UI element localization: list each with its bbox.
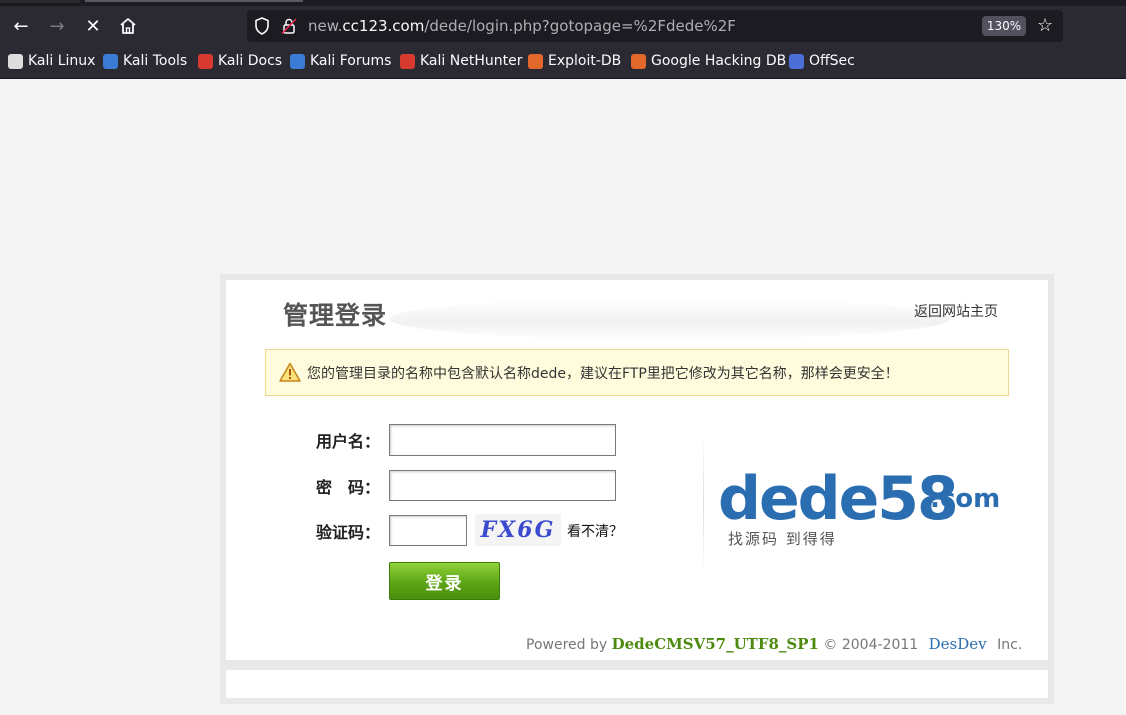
address-bar[interactable]: new.cc123.com/dede/login.php?gotopage=%2…	[247, 10, 1063, 42]
footer-powered: Powered by	[526, 637, 608, 653]
bookmark-item[interactable]: Kali Docs	[198, 53, 282, 69]
back-arrow-icon[interactable]: ←	[7, 12, 35, 40]
dede58-logo: dede58 .com 找源码 到得得	[718, 464, 1008, 554]
footer-dev-link[interactable]: DesDev	[929, 635, 987, 653]
offsec-icon	[789, 53, 804, 69]
password-label: 密 码：	[315, 478, 380, 497]
footer-inc: Inc.	[997, 637, 1023, 653]
panel-divider	[703, 434, 704, 574]
logo-slogan: 找源码 到得得	[728, 530, 837, 548]
warning-notice: 您的管理目录的名称中包含默认名称dede，建议在FTP里把它修改为其它名称，那样…	[265, 349, 1009, 396]
refresh-captcha-link[interactable]: 看不清？	[567, 521, 623, 541]
browser-toolbar: ← → ✕ new.cc123.com/dede/login.php?gotop…	[0, 6, 1126, 46]
login-button[interactable]: 登录	[389, 562, 500, 600]
footer-brand-link[interactable]: DedeCMSV57_UTF8_SP1	[612, 635, 819, 653]
bookmark-item[interactable]: Google Hacking DB	[631, 53, 786, 69]
bookmarks-toolbar: Kali Linux Kali Tools Kali Docs Kali Forums…	[0, 46, 1126, 79]
home-icon[interactable]	[114, 12, 142, 40]
bookmark-item[interactable]: Kali Tools	[103, 53, 187, 69]
bookmark-label: Kali Linux	[28, 53, 96, 69]
footer: Powered by DedeCMSV57_UTF8_SP1 © 2004-20…	[526, 635, 1022, 653]
captcha-image[interactable]: FX6G	[475, 514, 561, 546]
bookmark-label: Kali Docs	[218, 53, 283, 69]
bookmark-item[interactable]: OffSec	[789, 53, 855, 69]
captcha-label: 验证码：	[315, 523, 380, 542]
bookmark-item[interactable]: Kali Linux	[8, 53, 95, 69]
captcha-code: FX6G	[480, 517, 556, 543]
username-label: 用户名：	[315, 432, 380, 451]
tab-active[interactable]	[85, 0, 303, 2]
stop-loading-icon[interactable]: ✕	[79, 12, 107, 40]
ghdb-icon	[631, 53, 646, 69]
warning-message: 您的管理目录的名称中包含默认名称dede，建议在FTP里把它修改为其它名称，那样…	[307, 366, 899, 382]
url-host: cc123.com	[342, 17, 425, 35]
kali-docs-icon	[198, 53, 213, 69]
logo-main-text: dede58	[718, 464, 959, 534]
login-panel-bottom	[226, 670, 1048, 698]
bookmark-star-icon[interactable]: ☆	[1037, 15, 1053, 36]
bookmark-label: Kali Tools	[123, 53, 188, 69]
page-title: 管理登录	[283, 301, 388, 330]
url-text[interactable]: new.cc123.com/dede/login.php?gotopage=%2…	[308, 17, 736, 35]
shield-icon[interactable]	[253, 17, 271, 35]
kali-nethunter-icon	[400, 53, 415, 69]
bookmark-label: Google Hacking DB	[651, 53, 787, 69]
bookmark-item[interactable]: Exploit-DB	[528, 53, 621, 69]
url-path: /dede/login.php?gotopage=%2Fdede%2F	[424, 17, 736, 35]
exploit-db-icon	[528, 53, 543, 69]
forward-arrow-icon[interactable]: →	[43, 12, 71, 40]
bookmark-label: OffSec	[809, 53, 855, 69]
bookmark-label: Kali NetHunter	[420, 53, 523, 69]
url-prefix: new.	[308, 17, 343, 35]
captcha-input[interactable]	[389, 515, 467, 546]
tab-inactive[interactable]	[0, 0, 80, 3]
insecure-lock-icon[interactable]	[280, 17, 298, 35]
zoom-level-badge[interactable]: 130%	[982, 16, 1026, 36]
password-input[interactable]	[389, 470, 616, 501]
title-decoration	[390, 298, 950, 340]
kali-forums-icon	[290, 53, 305, 69]
bookmark-item[interactable]: Kali NetHunter	[400, 53, 522, 69]
warning-triangle-icon	[279, 362, 301, 386]
back-home-link[interactable]: 返回网站主页	[914, 301, 998, 321]
footer-copyright: © 2004-2011	[823, 637, 919, 653]
logo-tld-text: .com	[930, 484, 1001, 514]
bookmark-label: Kali Forums	[310, 53, 392, 69]
kali-dragon-icon	[8, 53, 23, 69]
bookmark-label: Exploit-DB	[548, 53, 622, 69]
bookmark-item[interactable]: Kali Forums	[290, 53, 391, 69]
username-input[interactable]	[389, 424, 616, 456]
kali-tools-icon	[103, 53, 118, 69]
